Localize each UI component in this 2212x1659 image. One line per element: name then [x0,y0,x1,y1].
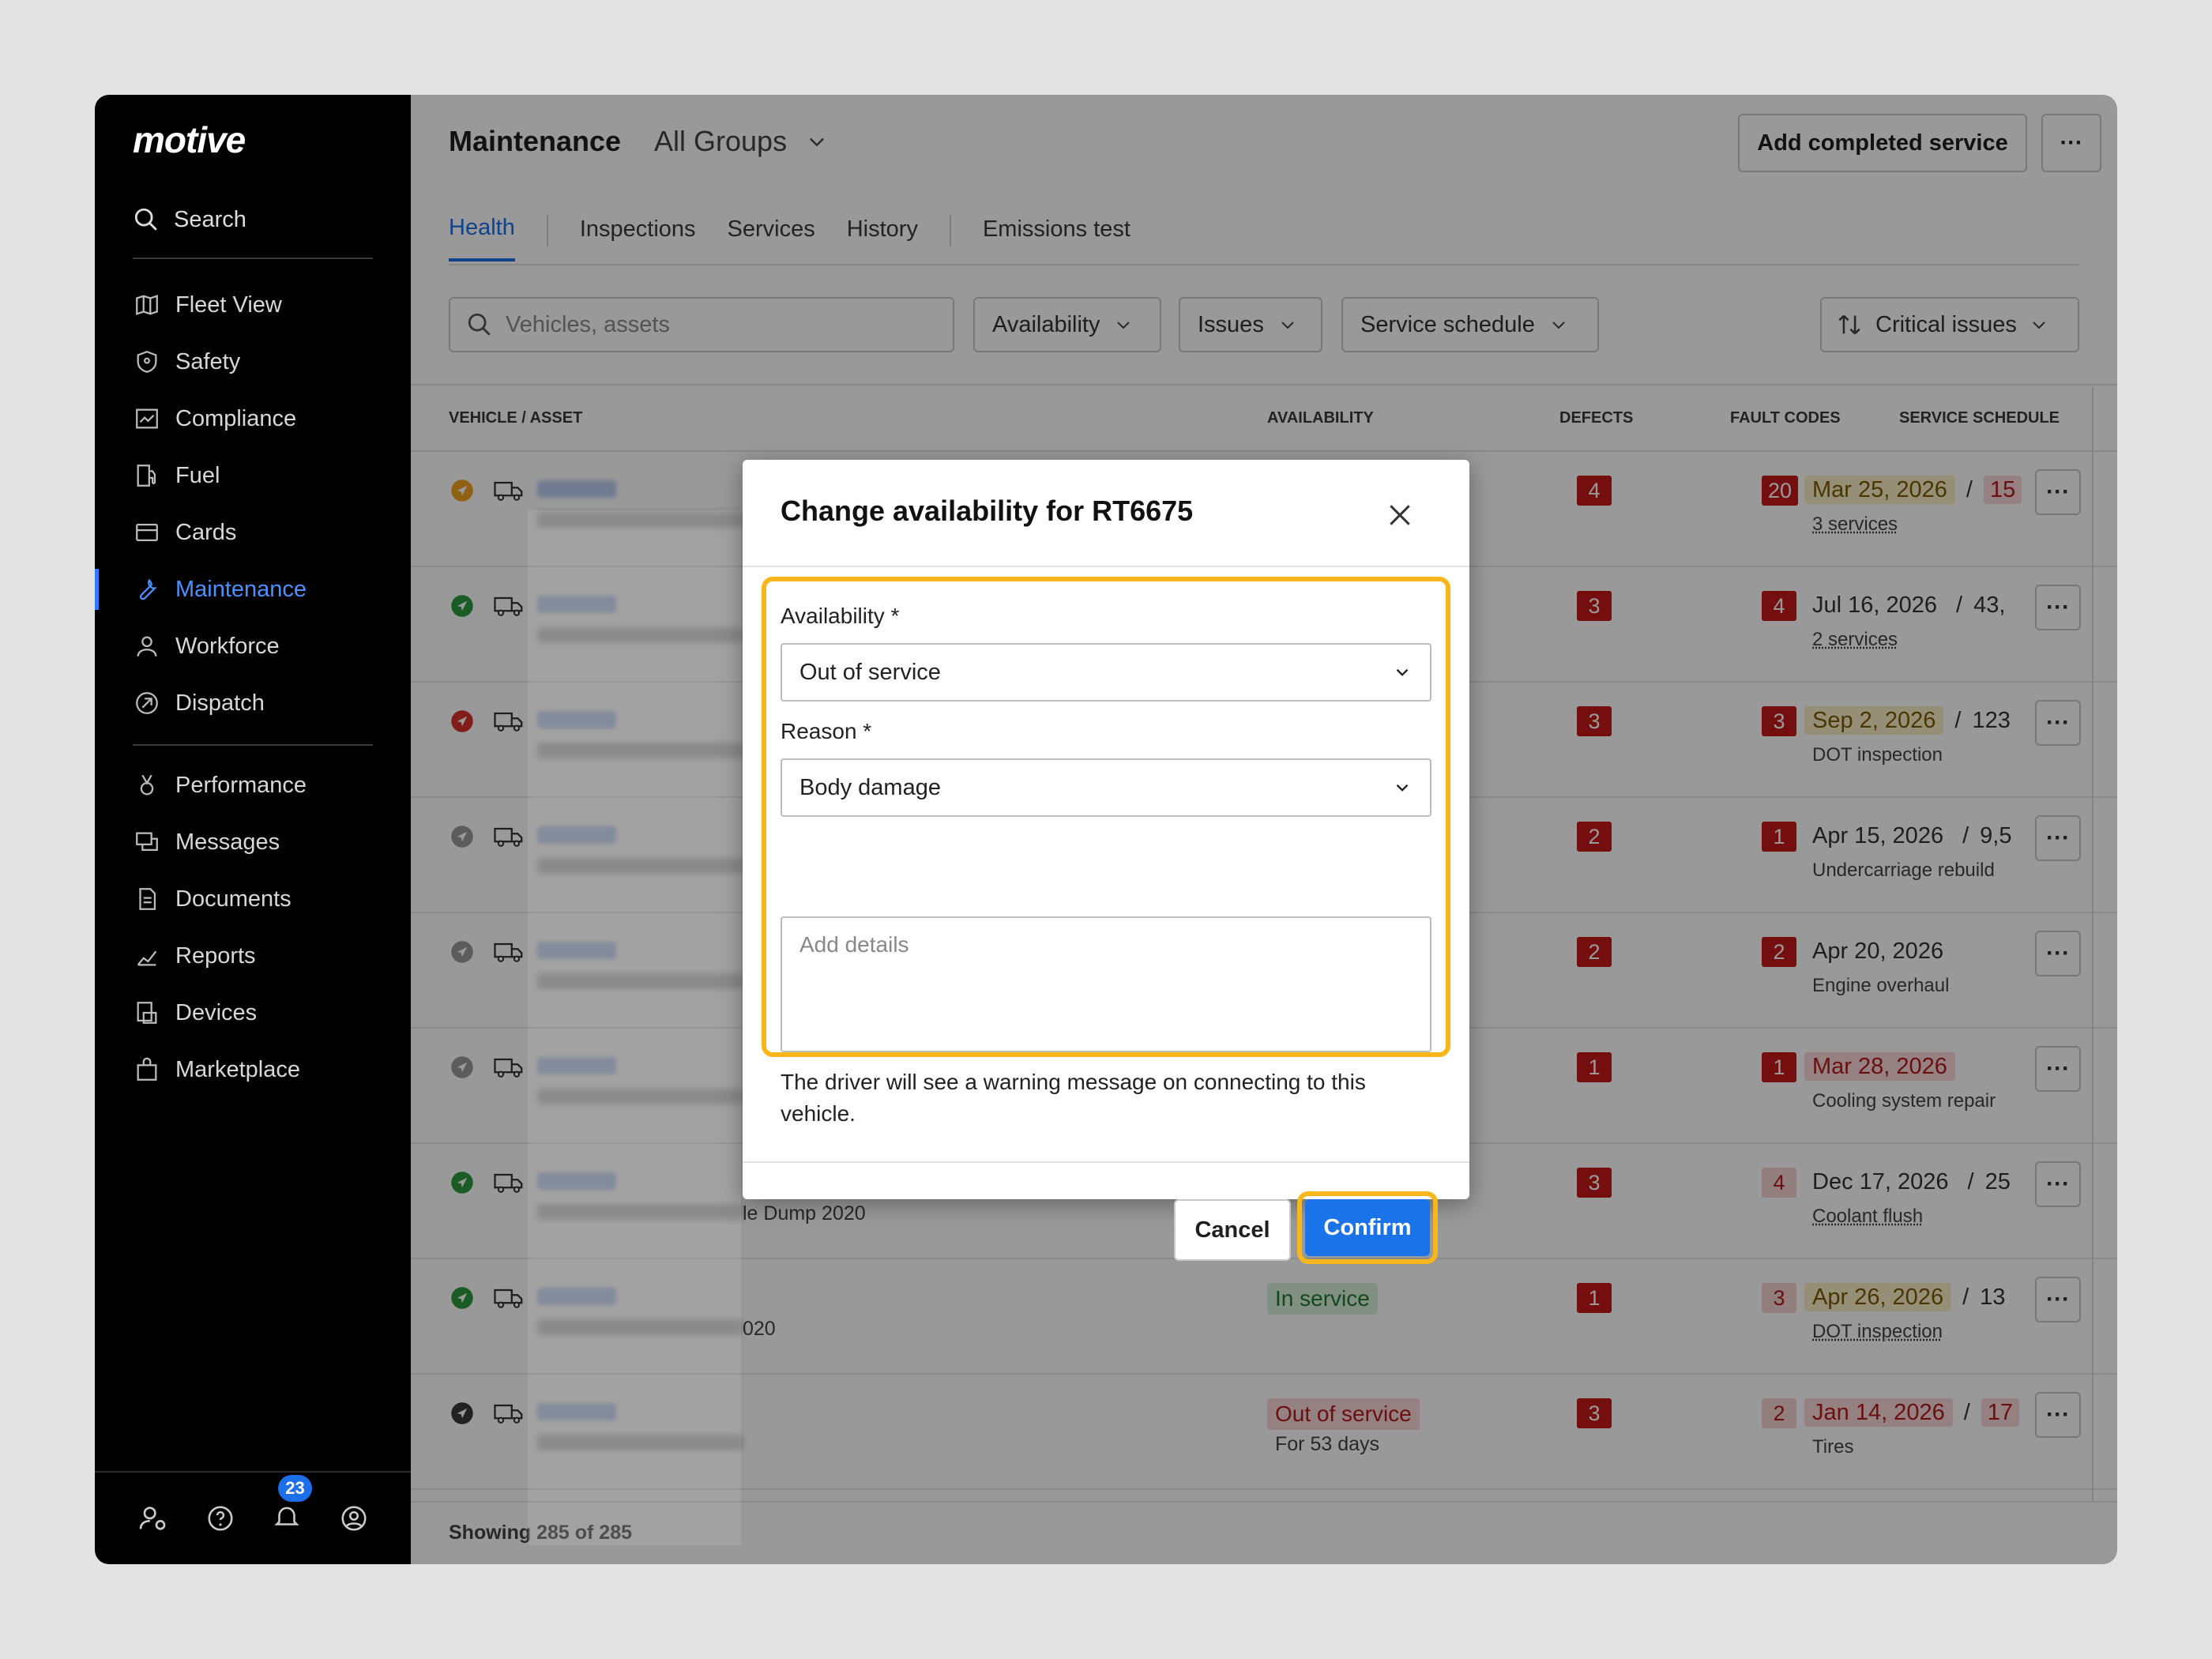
sidebar-item-fleet-view[interactable]: Fleet View [95,276,411,333]
driver-warning-note: The driver will see a warning message on… [781,1070,1366,1126]
sidebar-item-maintenance[interactable]: Maintenance [95,561,411,618]
reason-select[interactable]: Body damage [781,758,1431,817]
fuel-icon [133,461,161,490]
sidebar-item-label: Reports [175,942,256,969]
availability-label: Availability * [781,604,900,628]
sidebar-item-marketplace[interactable]: Marketplace [95,1041,411,1098]
sidebar-item-label: Safety [175,348,241,374]
sidebar-item-cards[interactable]: Cards [95,504,411,561]
medal-icon [133,771,161,799]
app-window: motive Search Fleet View Safety Compliance… [95,95,2117,1564]
sidebar-divider [133,258,373,259]
chart-icon [133,942,161,970]
sidebar-footer: 23 [95,1471,411,1564]
chevron-down-icon [1396,668,1409,676]
availability-select-value: Out of service [799,659,941,685]
availability-select[interactable]: Out of service [781,643,1431,702]
sidebar-item-fuel[interactable]: Fuel [95,447,411,504]
sidebar-item-label: Fuel [175,462,220,488]
blurred-vehicle-names [528,510,741,1545]
search-icon [134,208,157,231]
sidebar-item-label: Marketplace [175,1056,300,1082]
sidebar-item-label: Workforce [175,633,280,659]
reason-select-value: Body damage [799,774,941,800]
card-icon [133,518,161,547]
close-icon[interactable] [1384,499,1416,531]
sidebar-item-label: Performance [175,772,307,798]
user-settings-icon[interactable] [137,1503,168,1534]
dialog-header-divider [743,566,1469,567]
document-icon [133,885,161,913]
dialog-footer-divider [743,1161,1469,1163]
account-icon[interactable] [339,1503,369,1533]
sidebar-divider [133,744,373,746]
change-availability-dialog: Change availability for RT6675 Availabil… [743,460,1469,1264]
bell-icon [274,1507,299,1525]
map-icon [133,291,161,319]
sidebar-item-compliance[interactable]: Compliance [95,390,411,447]
notification-count-badge: 23 [278,1474,312,1502]
reason-label: Reason * [781,719,872,743]
help-icon[interactable] [205,1503,235,1533]
devices-icon [133,999,161,1027]
sidebar-item-dispatch[interactable]: Dispatch [95,675,411,732]
details-textarea[interactable]: Add details [781,916,1431,1052]
sidebar-item-messages[interactable]: Messages [95,814,411,871]
sidebar-item-label: Cards [175,519,237,545]
dialog-title: Change availability for RT6675 [781,495,1194,527]
sidebar-nav-secondary: Performance Messages Documents Reports Devic… [95,757,411,1098]
chevron-down-icon [1396,784,1409,792]
confirm-button[interactable]: Confirm [1305,1199,1430,1256]
cancel-button[interactable]: Cancel [1174,1199,1291,1261]
sidebar-item-safety[interactable]: Safety [95,333,411,390]
sidebar-item-workforce[interactable]: Workforce [95,618,411,675]
messages-icon [133,828,161,856]
sidebar-item-reports[interactable]: Reports [95,927,411,984]
sidebar-item-label: Compliance [175,405,297,431]
motive-logo[interactable]: motive [133,118,246,161]
sidebar-item-label: Maintenance [175,576,307,602]
sidebar-nav-primary: Fleet View Safety Compliance Fuel Cards Maint… [95,276,411,732]
sidebar-item-performance[interactable]: Performance [95,757,411,814]
dispatch-icon [133,689,161,717]
compliance-icon [133,404,161,433]
sidebar-item-label: Dispatch [175,690,265,716]
sidebar-item-documents[interactable]: Documents [95,871,411,927]
sidebar-item-devices[interactable]: Devices [95,984,411,1041]
sidebar-item-label: Devices [175,999,258,1025]
sidebar-item-label: Messages [175,829,280,855]
notifications-button[interactable]: 23 [272,1474,312,1536]
shield-icon [133,348,161,376]
person-icon [133,632,161,660]
sidebar-item-label: Fleet View [175,292,282,318]
sidebar: motive Search Fleet View Safety Compliance… [95,95,411,1564]
wrench-icon [133,575,161,604]
sidebar-item-label: Documents [175,886,292,912]
bag-icon [133,1055,161,1084]
sidebar-search[interactable]: Search [133,202,246,237]
sidebar-search-label: Search [174,206,246,232]
details-placeholder: Add details [799,932,909,957]
